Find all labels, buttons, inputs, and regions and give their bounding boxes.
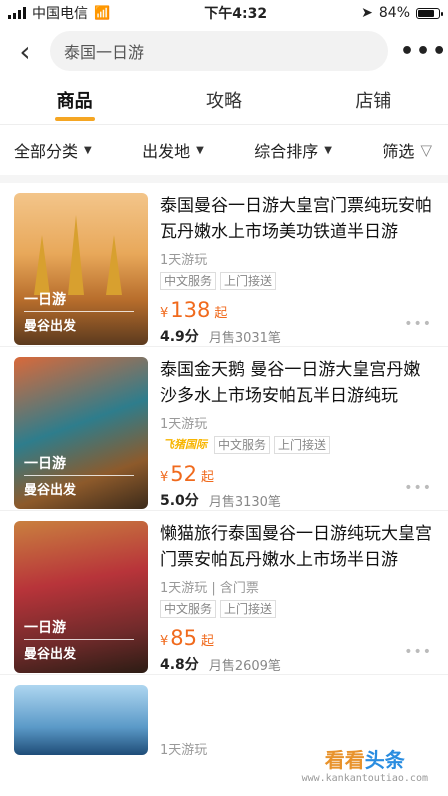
currency-symbol: ¥ bbox=[160, 470, 169, 485]
more-dots-icon[interactable]: ••• bbox=[404, 316, 432, 332]
sort-filter-label: 综合排序 bbox=[254, 142, 319, 161]
service-tag: 上门接送 bbox=[274, 436, 331, 454]
product-duration: 1天游玩 bbox=[160, 253, 208, 268]
image-badge-departure: 曼谷出发 bbox=[24, 647, 77, 662]
image-badge-departure: 曼谷出发 bbox=[24, 319, 77, 334]
status-bar: 中国电信 📶 下午4:32 ➤ 84% bbox=[0, 0, 448, 26]
category-filter-label: 全部分类 bbox=[14, 142, 79, 161]
category-filter[interactable]: 全部分类 ▼ bbox=[14, 138, 92, 162]
product-list: 一日游 曼谷出发 泰国曼谷一日游大皇宫门票纯玩安帕瓦丹嫩水上市场美功铁道半日游 … bbox=[0, 183, 448, 758]
funnel-icon: ▽ bbox=[420, 141, 432, 159]
tab-products[interactable]: 商品 bbox=[41, 79, 109, 121]
list-item[interactable]: 一日游 曼谷出发 懒猫旅行泰国曼谷一日游纯玩大皇宫门票安帕瓦丹嫩水上市场半日游 … bbox=[0, 511, 448, 675]
service-tag: 中文服务 bbox=[214, 436, 271, 454]
more-options-icon[interactable]: ••• bbox=[400, 39, 446, 64]
product-image: 一日游 曼谷出发 bbox=[14, 357, 148, 509]
image-badge-departure: 曼谷出发 bbox=[24, 483, 77, 498]
product-price: ¥ 52 起 bbox=[160, 462, 434, 486]
service-tag: 上门接送 bbox=[220, 600, 277, 618]
caret-down-icon: ▼ bbox=[84, 144, 92, 156]
image-badge-type: 一日游 bbox=[24, 292, 66, 308]
tab-bar: 商品 攻略 店铺 bbox=[0, 76, 448, 125]
service-tag: 上门接送 bbox=[220, 272, 277, 290]
watermark-main-b: 头条 bbox=[364, 748, 405, 772]
product-price: ¥ 138 起 bbox=[160, 298, 434, 322]
tab-guides[interactable]: 攻略 bbox=[190, 79, 258, 121]
service-tag: 中文服务 bbox=[160, 272, 217, 290]
rating-score: 4.9分 bbox=[160, 329, 199, 345]
battery-percent: 84% bbox=[378, 5, 410, 21]
list-item[interactable]: 1天游玩 bbox=[0, 675, 448, 758]
watermark-url: www.kankantoutiao.com bbox=[301, 773, 428, 784]
image-badge-type: 一日游 bbox=[24, 456, 66, 472]
price-value: 52 bbox=[170, 462, 198, 486]
image-badge-type: 一日游 bbox=[24, 620, 66, 636]
product-title: 懒猫旅行泰国曼谷一日游纯玩大皇宫门票安帕瓦丹嫩水上市场半日游 bbox=[160, 524, 432, 570]
price-value: 85 bbox=[170, 626, 198, 650]
battery-icon bbox=[416, 7, 443, 19]
carrier: 中国电信 bbox=[32, 6, 88, 22]
rating-score: 5.0分 bbox=[160, 493, 199, 509]
currency-symbol: ¥ bbox=[160, 634, 169, 649]
departure-filter[interactable]: 出发地 ▼ bbox=[142, 138, 204, 162]
price-value: 138 bbox=[170, 298, 211, 322]
list-item[interactable]: 一日游 曼谷出发 泰国曼谷一日游大皇宫门票纯玩安帕瓦丹嫩水上市场美功铁道半日游 … bbox=[0, 183, 448, 347]
currency-symbol: ¥ bbox=[160, 306, 169, 321]
product-duration: 1天游玩 | 含门票 bbox=[160, 581, 259, 596]
price-suffix: 起 bbox=[214, 306, 228, 321]
wifi-icon: 📶 bbox=[94, 5, 111, 21]
brand-badge: 飞猪国际 bbox=[163, 438, 207, 451]
search-query: 泰国一日游 bbox=[64, 43, 145, 62]
monthly-sales: 月售2609笔 bbox=[208, 658, 281, 674]
search-header: ‹ 泰国一日游 ••• bbox=[0, 26, 448, 76]
more-dots-icon[interactable]: ••• bbox=[404, 644, 432, 660]
location-arrow-icon: ➤ bbox=[361, 5, 373, 21]
product-image bbox=[14, 685, 148, 755]
monthly-sales: 月售3031笔 bbox=[208, 330, 281, 346]
filter-bar: 全部分类 ▼ 出发地 ▼ 综合排序 ▼ 筛选 ▽ bbox=[0, 125, 448, 183]
screen-filter[interactable]: 筛选 ▽ bbox=[382, 138, 432, 162]
back-arrow-icon[interactable]: ‹ bbox=[12, 35, 38, 68]
more-dots-icon[interactable]: ••• bbox=[404, 480, 432, 496]
monthly-sales: 月售3130笔 bbox=[208, 494, 281, 510]
clock: 下午4:32 bbox=[204, 6, 268, 22]
rating-score: 4.8分 bbox=[160, 657, 199, 673]
search-input[interactable]: 泰国一日游 bbox=[50, 31, 388, 71]
product-price: ¥ 85 起 bbox=[160, 626, 434, 650]
caret-down-icon: ▼ bbox=[324, 144, 332, 156]
product-duration: 1天游玩 bbox=[160, 417, 208, 432]
price-suffix: 起 bbox=[201, 634, 215, 649]
sort-filter[interactable]: 综合排序 ▼ bbox=[254, 138, 332, 162]
service-tag: 中文服务 bbox=[160, 600, 217, 618]
watermark-main-a: 看看 bbox=[324, 748, 365, 772]
signal-icon bbox=[8, 7, 26, 19]
tab-shops[interactable]: 店铺 bbox=[339, 79, 407, 121]
price-suffix: 起 bbox=[201, 470, 215, 485]
departure-filter-label: 出发地 bbox=[142, 142, 191, 161]
watermark-logo: 看看头条 www.kankantoutiao.com bbox=[302, 744, 428, 784]
product-title: 泰国金天鹅 曼谷一日游大皇宫丹嫩沙多水上市场安帕瓦半日游纯玩 bbox=[160, 360, 421, 406]
screen-filter-label: 筛选 bbox=[382, 142, 415, 161]
product-image: 一日游 曼谷出发 bbox=[14, 521, 148, 673]
list-item[interactable]: 一日游 曼谷出发 泰国金天鹅 曼谷一日游大皇宫丹嫩沙多水上市场安帕瓦半日游纯玩 … bbox=[0, 347, 448, 511]
product-image: 一日游 曼谷出发 bbox=[14, 193, 148, 345]
caret-down-icon: ▼ bbox=[196, 144, 204, 156]
product-title: 泰国曼谷一日游大皇宫门票纯玩安帕瓦丹嫩水上市场美功铁道半日游 bbox=[160, 196, 432, 242]
